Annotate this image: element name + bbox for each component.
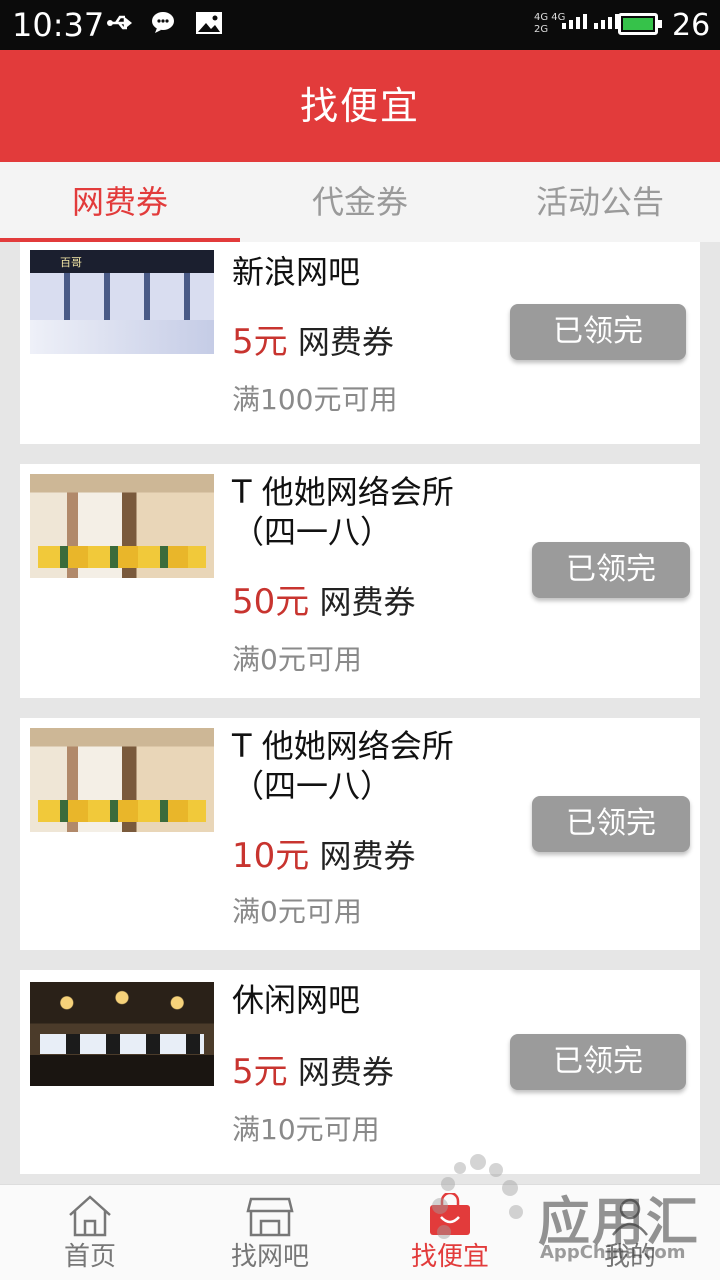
venue-name: T 他她网络会所 （四一八） xyxy=(232,727,454,805)
venue-name: 新浪网吧 xyxy=(232,253,361,291)
venue-thumbnail: 百哥 xyxy=(30,250,214,354)
battery-icon xyxy=(618,13,662,35)
home-icon xyxy=(69,1195,111,1237)
storefront-icon xyxy=(246,1197,294,1237)
coupon-card[interactable]: T 他她网络会所 （四一八） 10元 网费券 满0元可用 已领完 xyxy=(20,718,700,950)
tab-cash-voucher[interactable]: 代金券 xyxy=(240,162,480,242)
wechat-icon xyxy=(152,12,174,33)
coupon-amount: 5元 xyxy=(232,1052,288,1092)
coupon-card[interactable]: T 他她网络会所 （四一八） 50元 网费券 满0元可用 已领完 xyxy=(20,464,700,698)
nav-find-cafe-label: 找网吧 xyxy=(230,1242,309,1272)
nav-profile[interactable]: 我的 xyxy=(540,1185,720,1280)
coupon-type: 网费券 xyxy=(297,323,394,361)
status-bar: 10:37 4G 4G 2G 26 xyxy=(0,0,720,50)
nav-home-label: 首页 xyxy=(63,1242,116,1272)
battery-level: 26 xyxy=(672,8,711,43)
app-header: 找便宜 xyxy=(0,50,720,162)
coupon-value: 10元 网费券 xyxy=(232,828,415,877)
venue-thumbnail xyxy=(30,982,214,1086)
coupon-amount: 5元 xyxy=(232,322,288,362)
coupon-value: 50元 网费券 xyxy=(232,574,415,623)
venue-name: 休闲网吧 xyxy=(232,981,361,1019)
notification-icons xyxy=(106,8,224,38)
claim-button[interactable]: 已领完 xyxy=(510,1034,686,1090)
profile-icon xyxy=(612,1198,648,1236)
coupon-list[interactable]: 百哥 新浪网吧 5元 网费券 满100元可用 已领完 T 他她网络会所 （四一八… xyxy=(0,242,720,1184)
venue-thumbnail xyxy=(30,728,214,832)
coupon-type: 网费券 xyxy=(319,583,416,621)
venue-name: T 他她网络会所 （四一八） xyxy=(232,473,454,551)
network-type: 4G 4G 2G xyxy=(534,12,566,35)
coupon-type: 网费券 xyxy=(319,837,416,875)
signal-bars-icon xyxy=(562,14,619,29)
tab-net-fee-coupon[interactable]: 网费券 xyxy=(0,162,240,242)
coupon-card[interactable]: 百哥 新浪网吧 5元 网费券 满100元可用 已领完 xyxy=(20,242,700,444)
claim-button[interactable]: 已领完 xyxy=(510,304,686,360)
coupon-card[interactable]: 休闲网吧 5元 网费券 满10元可用 已领完 xyxy=(20,970,700,1174)
claim-button[interactable]: 已领完 xyxy=(532,796,690,852)
thumbnail-sign: 百哥 xyxy=(60,256,82,269)
tab-announcements[interactable]: 活动公告 xyxy=(480,162,720,242)
coupon-value: 5元 网费券 xyxy=(232,1044,394,1093)
claim-button[interactable]: 已领完 xyxy=(532,542,690,598)
usage-condition: 满100元可用 xyxy=(232,383,398,416)
coupon-amount: 50元 xyxy=(232,582,310,622)
coupon-type: 网费券 xyxy=(297,1053,394,1091)
coupon-tabs: 网费券 代金券 活动公告 xyxy=(0,162,720,242)
nav-home[interactable]: 首页 xyxy=(0,1185,180,1280)
nav-find-cafe[interactable]: 找网吧 xyxy=(180,1185,360,1280)
usb-icon xyxy=(107,15,133,30)
coupon-value: 5元 网费券 xyxy=(232,314,394,363)
gift-bag-icon xyxy=(430,1193,470,1235)
page-title: 找便宜 xyxy=(299,84,420,128)
venue-thumbnail xyxy=(30,474,214,578)
bottom-navigation: 首页 找网吧 找便宜 我的 xyxy=(0,1184,720,1280)
nav-find-deals[interactable]: 找便宜 xyxy=(360,1185,540,1280)
nav-profile-label: 我的 xyxy=(603,1242,656,1272)
usage-condition: 满0元可用 xyxy=(232,895,362,928)
usage-condition: 满10元可用 xyxy=(232,1113,380,1146)
usage-condition: 满0元可用 xyxy=(232,643,362,676)
image-icon xyxy=(196,12,222,34)
coupon-amount: 10元 xyxy=(232,836,310,876)
clock: 10:37 xyxy=(12,6,105,44)
nav-find-deals-label: 找便宜 xyxy=(410,1242,489,1272)
